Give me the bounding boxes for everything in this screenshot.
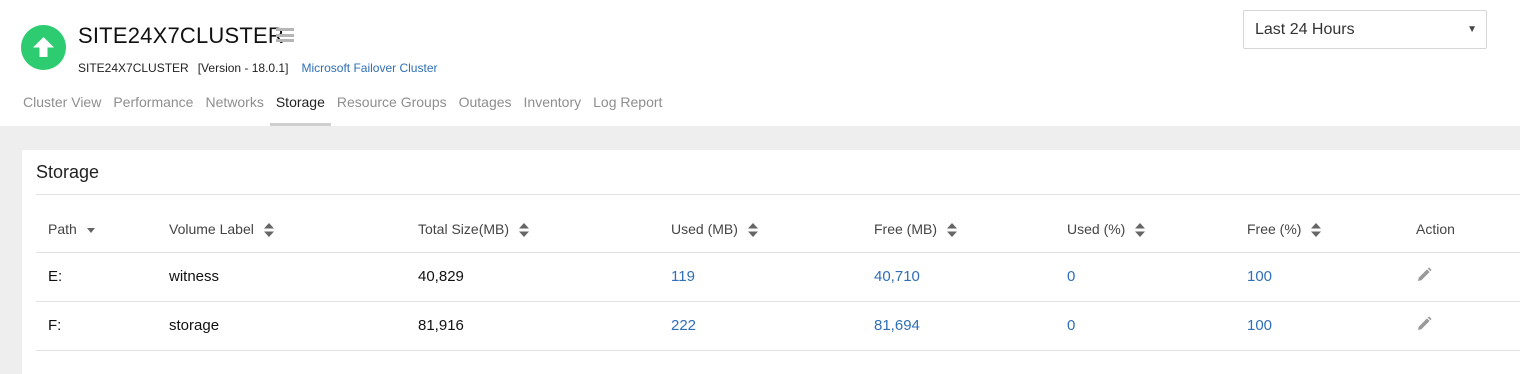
column-header-used-pct[interactable]: Used (%) [1055,207,1235,253]
tab-resource-groups[interactable]: Resource Groups [331,92,453,126]
cell-free-mb[interactable]: 40,710 [862,252,1055,302]
tab-inventory[interactable]: Inventory [518,92,588,126]
column-header-free-mb[interactable]: Free (MB) [862,207,1055,253]
column-header-action: Action [1404,207,1520,253]
tab-performance[interactable]: Performance [107,92,199,126]
sort-icon [947,223,957,238]
cell-volume-label: storage [157,301,406,351]
cell-path: E: [36,252,157,302]
tab-log-report[interactable]: Log Report [587,92,668,126]
monitor-name: SITE24X7CLUSTER [78,23,284,48]
cell-free-pct[interactable]: 100 [1235,301,1404,351]
cell-path: F: [36,301,157,351]
edit-pencil-icon[interactable] [1416,266,1432,283]
column-header-total-size[interactable]: Total Size(MB) [406,207,659,253]
content-area: Storage Path Volume Label Total Size(MB)… [0,126,1520,374]
cell-used-mb[interactable]: 222 [659,301,862,351]
cell-action [1404,301,1520,351]
sort-icon [1135,223,1146,238]
cell-total-size: 81,916 [406,301,659,351]
cell-used-mb[interactable]: 119 [659,252,862,302]
sort-icon [1311,223,1322,238]
table-row: E: witness 40,829 119 40,710 0 100 [36,252,1520,302]
column-header-path[interactable]: Path [36,207,157,253]
monitor-version: [Version - 18.0.1] [197,61,289,75]
cell-free-pct[interactable]: 100 [1235,252,1404,302]
tab-networks[interactable]: Networks [199,92,269,126]
arrow-up-icon [33,37,54,57]
monitor-header: SITE24X7CLUSTER SITE24X7CLUSTER [Version … [0,0,1520,126]
time-period-value: Last 24 Hours [1255,21,1355,38]
cell-volume-label: witness [157,252,406,302]
cell-used-pct[interactable]: 0 [1055,301,1235,351]
sort-icon [519,223,530,238]
divider [36,194,1520,195]
tab-storage[interactable]: Storage [269,92,331,126]
cell-used-pct[interactable]: 0 [1055,252,1235,302]
caret-down-icon: ▼ [1467,24,1477,35]
sort-icon [263,223,274,238]
storage-panel: Storage Path Volume Label Total Size(MB)… [22,150,1520,374]
hamburger-menu-icon[interactable] [276,28,294,42]
cell-total-size: 40,829 [406,252,659,302]
column-header-volume-label[interactable]: Volume Label [157,207,406,253]
sort-desc-icon [86,228,95,234]
panel-title: Storage [36,162,100,182]
tab-cluster-view[interactable]: Cluster View [17,92,107,126]
monitor-subinfo: SITE24X7CLUSTER [Version - 18.0.1] Microso… [78,61,437,75]
status-up-indicator [21,25,66,70]
monitor-tabs: Cluster View Performance Networks Storage Re… [17,92,668,126]
table-header-row: Path Volume Label Total Size(MB) Used (M… [36,207,1520,253]
storage-table: Path Volume Label Total Size(MB) Used (M… [36,207,1520,351]
edit-pencil-icon[interactable] [1416,315,1432,332]
cell-free-mb[interactable]: 81,694 [862,301,1055,351]
column-header-used-mb[interactable]: Used (MB) [659,207,862,253]
column-header-free-pct[interactable]: Free (%) [1235,207,1404,253]
monitor-type-link[interactable]: Microsoft Failover Cluster [301,61,437,75]
sort-icon [747,223,758,238]
time-period-select[interactable]: Last 24 Hours ▼ [1243,10,1487,49]
cell-action [1404,252,1520,302]
table-row: F: storage 81,916 222 81,694 0 100 [36,301,1520,351]
monitor-subname: SITE24X7CLUSTER [78,61,189,75]
tab-outages[interactable]: Outages [453,92,518,126]
